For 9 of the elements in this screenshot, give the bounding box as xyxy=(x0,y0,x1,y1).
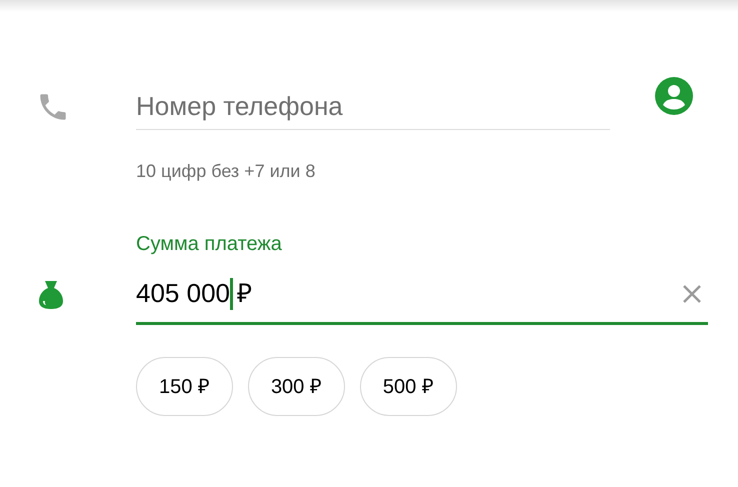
clear-icon[interactable] xyxy=(682,284,702,304)
phone-number-field[interactable]: Номер телефона xyxy=(136,84,610,130)
amount-field[interactable]: 405 000 ₽ xyxy=(136,265,708,325)
amount-chip[interactable]: 300 ₽ xyxy=(248,357,345,416)
phone-hint: 10 цифр без +7 или 8 xyxy=(136,160,316,183)
contact-icon[interactable] xyxy=(654,76,694,116)
amount-chip[interactable]: 150 ₽ xyxy=(136,357,233,416)
amount-chip[interactable]: 500 ₽ xyxy=(360,357,457,416)
amount-label: Сумма платежа xyxy=(136,232,282,257)
